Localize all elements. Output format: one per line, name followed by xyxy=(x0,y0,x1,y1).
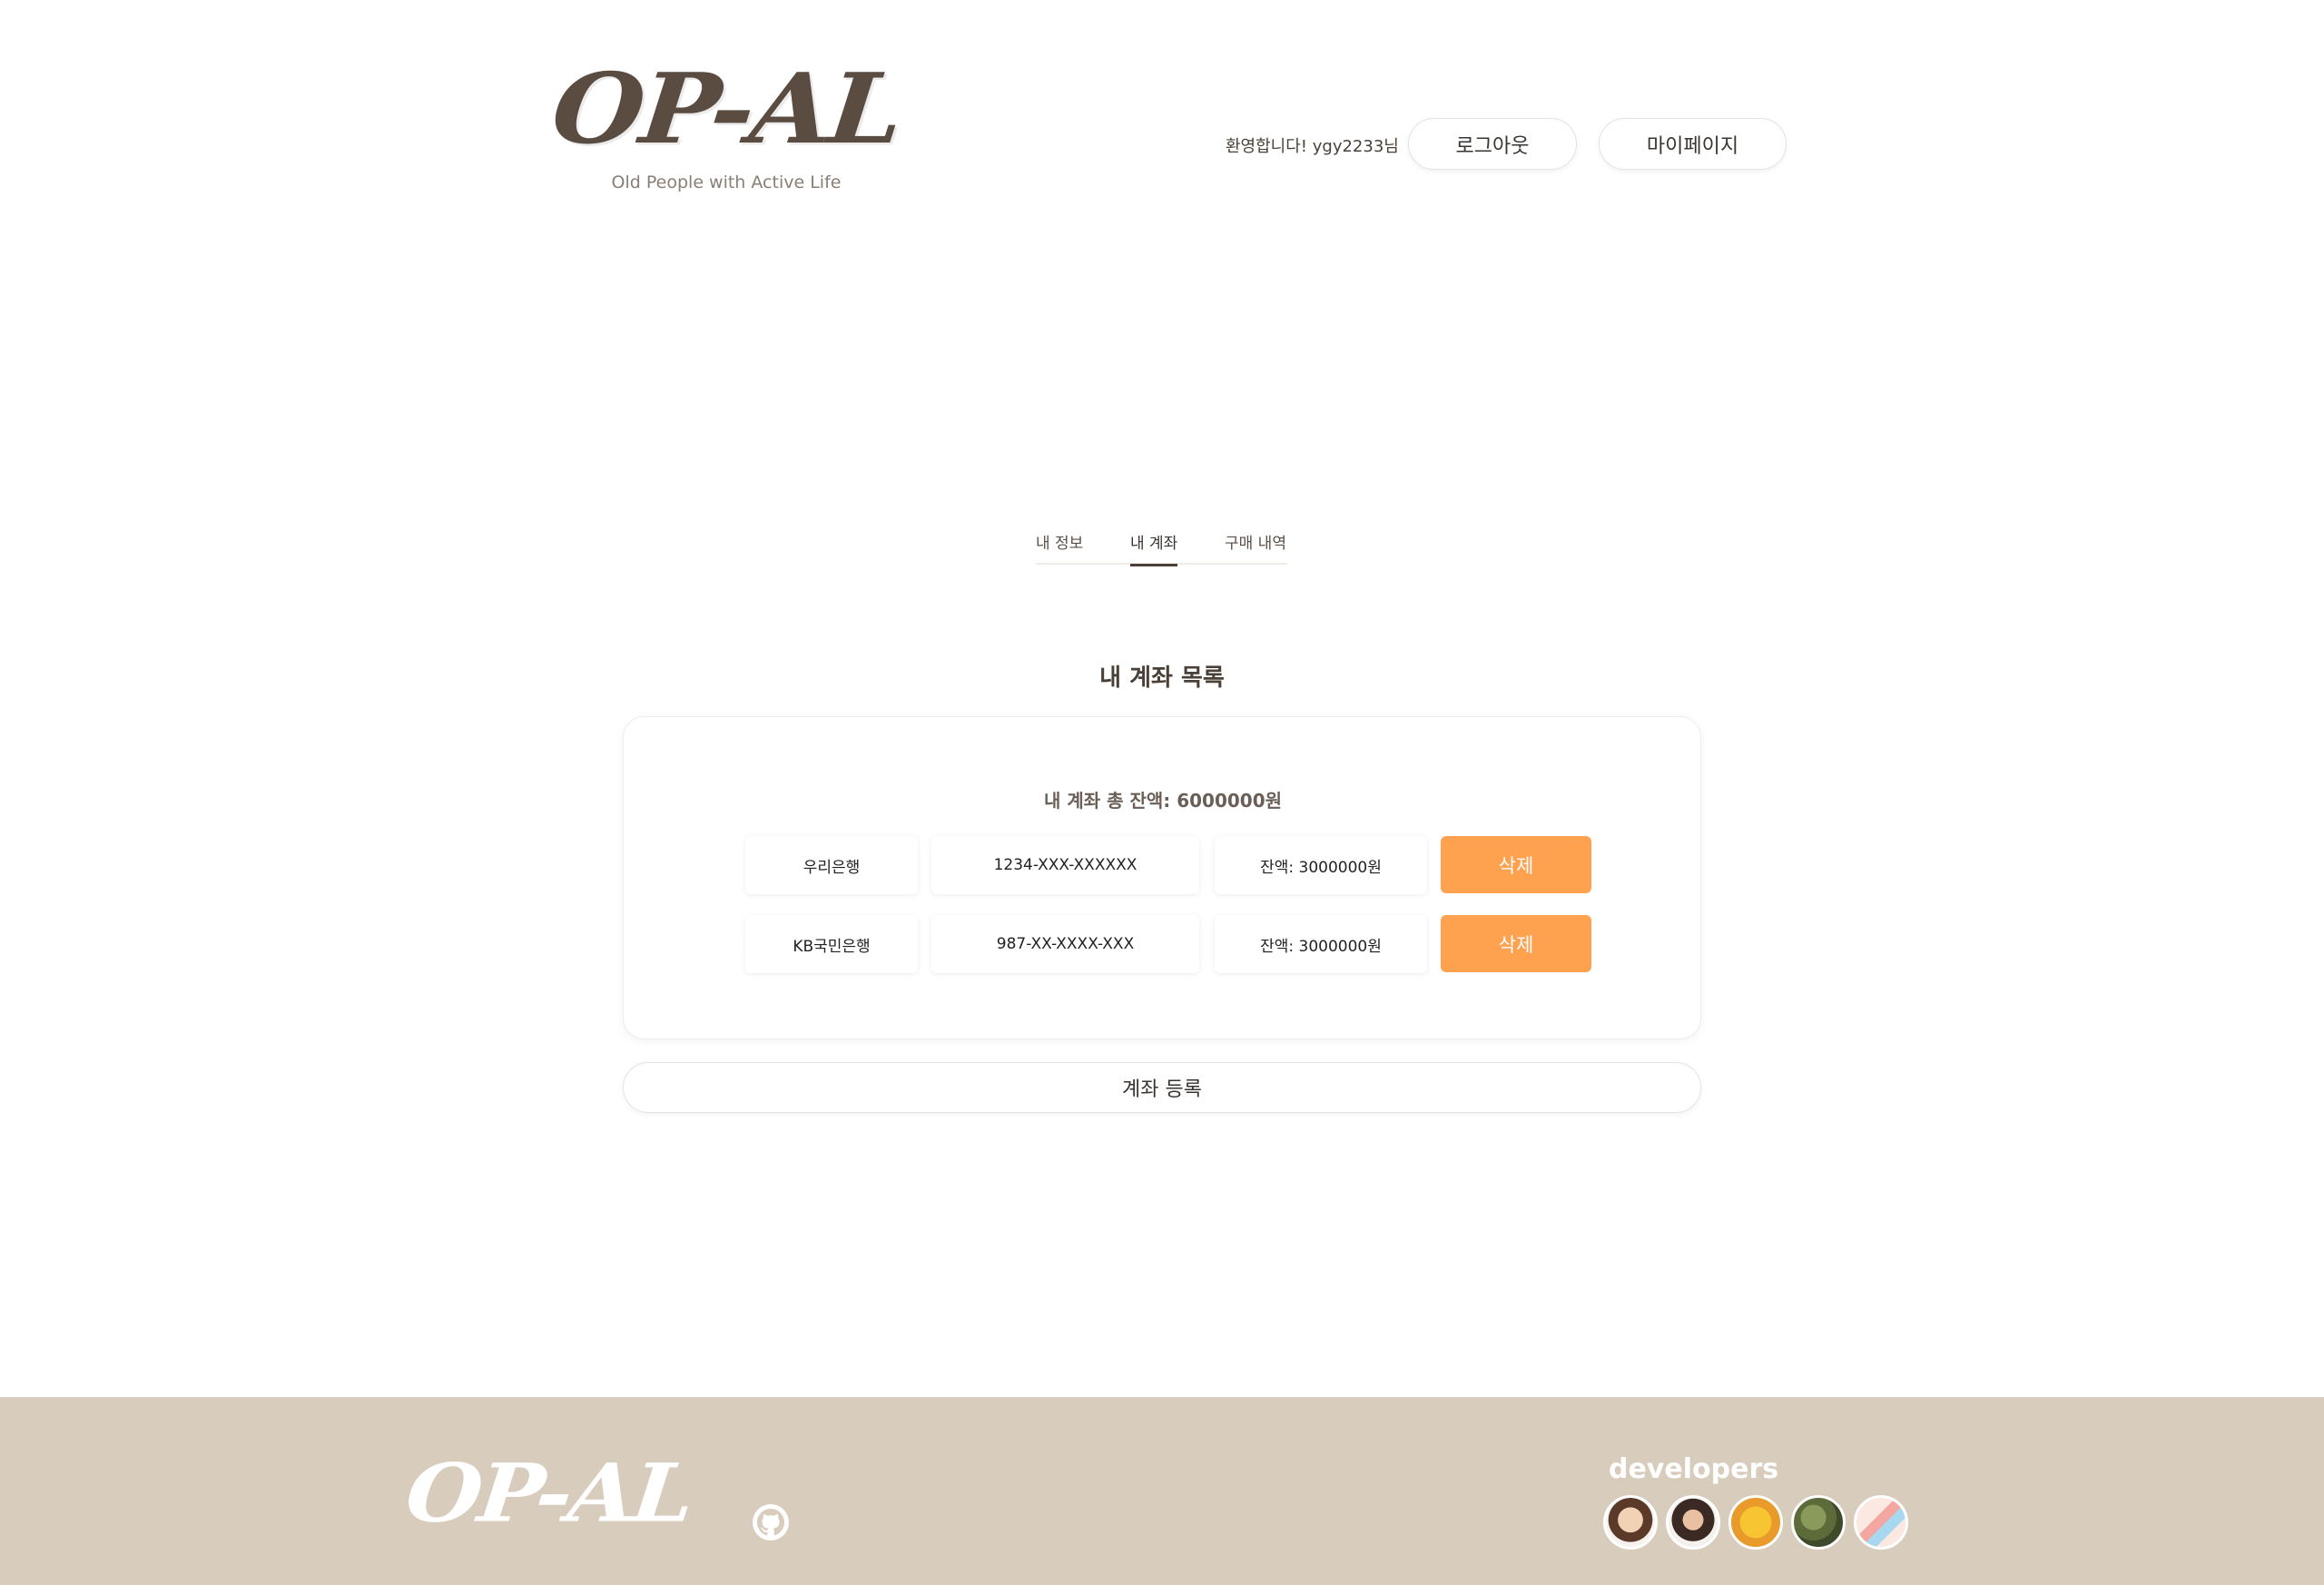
developer-avatar-3[interactable] xyxy=(1728,1495,1783,1550)
footer: OP-AL developers xyxy=(0,1397,2324,1585)
tab-my-accounts[interactable]: 내 계좌 xyxy=(1130,527,1178,566)
developer-avatar-2[interactable] xyxy=(1666,1495,1720,1550)
footer-logo: OP-AL xyxy=(401,1445,695,1541)
developer-avatars xyxy=(1603,1495,1908,1550)
account-row: 우리은행 1234-XXX-XXXXXX 잔액: 3000000원 삭제 xyxy=(745,836,1617,894)
developer-avatar-4[interactable] xyxy=(1791,1495,1846,1550)
mypage-button[interactable]: 마이페이지 xyxy=(1599,118,1787,170)
welcome-message: 환영합니다! ygy2233님 xyxy=(1226,137,1399,156)
bank-name: KB국민은행 xyxy=(745,915,918,973)
developer-avatar-1[interactable] xyxy=(1603,1495,1658,1550)
bank-name: 우리은행 xyxy=(745,836,918,894)
account-balance: 잔액: 3000000원 xyxy=(1215,836,1427,894)
page-title: 내 계좌 목록 xyxy=(1099,665,1225,692)
header-logo-block: OP-AL Old People with Active Life xyxy=(536,52,917,192)
tab-my-info[interactable]: 내 정보 xyxy=(1036,527,1083,565)
delete-account-button[interactable]: 삭제 xyxy=(1441,836,1591,893)
logout-button[interactable]: 로그아웃 xyxy=(1408,118,1577,170)
developer-avatar-5[interactable] xyxy=(1854,1495,1908,1550)
delete-account-button[interactable]: 삭제 xyxy=(1441,915,1591,972)
account-list-card: 내 계좌 총 잔액: 6000000원 우리은행 1234-XXX-XXXXXX… xyxy=(623,716,1701,1039)
account-row: KB국민은행 987-XX-XXXX-XXX 잔액: 3000000원 삭제 xyxy=(745,915,1617,973)
register-account-button[interactable]: 계좌 등록 xyxy=(623,1062,1701,1113)
developers-title: developers xyxy=(1609,1453,1779,1485)
logo[interactable]: OP-AL xyxy=(530,52,921,165)
total-balance: 내 계좌 총 잔액: 6000000원 xyxy=(1043,790,1283,812)
account-number: 987-XX-XXXX-XXX xyxy=(931,915,1199,973)
github-icon[interactable] xyxy=(753,1504,789,1541)
github-icon-glyph xyxy=(757,1509,784,1536)
mypage-tabs: 내 정보 내 계좌 구매 내역 xyxy=(1036,527,1287,566)
account-balance: 잔액: 3000000원 xyxy=(1215,915,1427,973)
tagline: Old People with Active Life xyxy=(611,172,842,192)
tab-purchase-history[interactable]: 구매 내역 xyxy=(1225,527,1286,565)
account-number: 1234-XXX-XXXXXX xyxy=(931,836,1199,894)
